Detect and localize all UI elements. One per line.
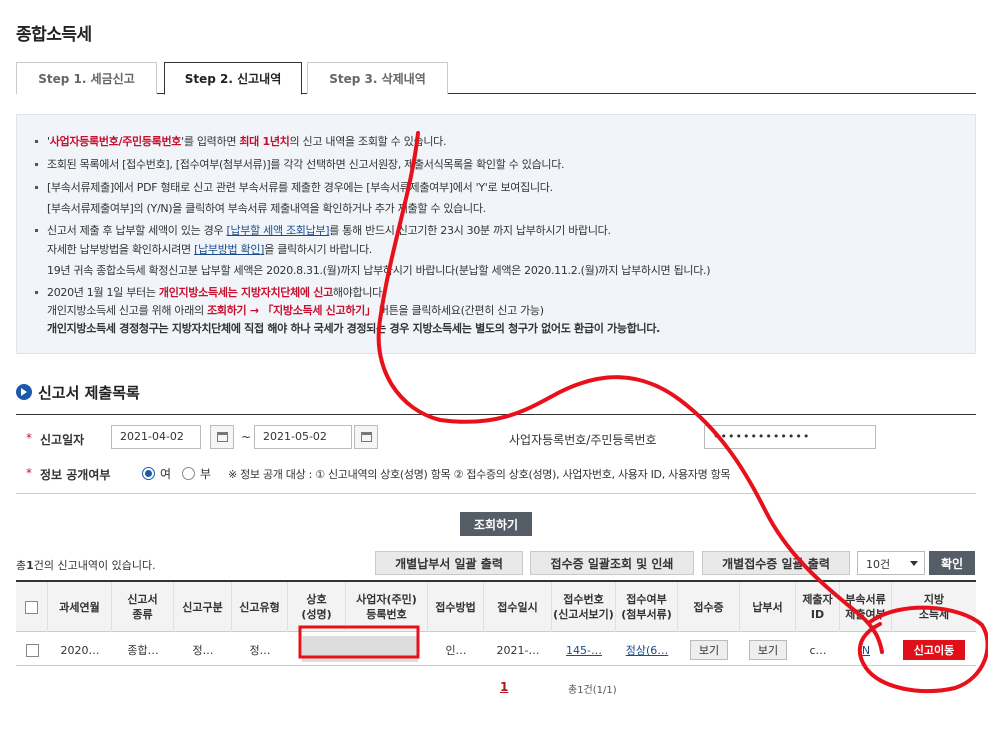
row-checkbox[interactable] bbox=[25, 643, 39, 657]
id-input[interactable]: ••••••••••••• bbox=[704, 425, 876, 449]
table-row: 2020… 종합… 정… 정… 인… 2021-… 145-… 정상(6… 보기… bbox=[16, 634, 976, 666]
result-count: 총1건의 신고내역이 있습니다. bbox=[16, 559, 156, 572]
date-from-input[interactable]: 2021-04-02 bbox=[111, 425, 201, 449]
info-line-3: [부속서류제출]에서 PDF 형태로 신고 관련 부속서류를 제출한 경우에는 … bbox=[47, 181, 553, 194]
info-line-8: 2020년 1월 1일 부터는 개인지방소득세는 지방자치단체에 신고해야합니다… bbox=[47, 286, 386, 299]
public-yes-radio[interactable] bbox=[142, 467, 155, 480]
result-table: 과세연월 신고서 종류 신고구분 신고유형 상호 (성명) 사업자(주민) 등록… bbox=[16, 580, 976, 666]
page-title: 종합소득세 bbox=[16, 25, 92, 45]
tab-step2[interactable]: Step 2. 신고내역 bbox=[164, 62, 302, 95]
print-payment-button[interactable]: 개별납부서 일괄 출력 bbox=[375, 551, 523, 575]
th-receipt: 접수증 bbox=[678, 582, 740, 632]
step-tabs: Step 1. 세금신고 Step 2. 신고내역 Step 3. 삭제내역 bbox=[16, 62, 976, 95]
pager-info: 총1건(1/1) bbox=[568, 685, 617, 696]
th-kind: 신고서 종류 bbox=[112, 582, 174, 632]
th-local-tax: 지방 소득세 bbox=[918, 593, 950, 621]
individual-receipt-button[interactable]: 개별접수증 일괄 출력 bbox=[702, 551, 850, 575]
th-date: 접수일시 bbox=[484, 582, 552, 632]
id-label: 사업자등록번호/주민등록번호 bbox=[509, 433, 657, 447]
th-payment: 납부서 bbox=[740, 582, 796, 632]
status-link[interactable]: 정상(6… bbox=[626, 642, 669, 658]
info-line-7: 19년 귀속 종합소득세 확정신고분 납부할 세액은 2020.8.31.(월)… bbox=[47, 264, 711, 277]
tab-step3[interactable]: Step 3. 삭제내역 bbox=[307, 62, 448, 94]
public-note: ※ 정보 공개 대상 : ① 신고내역의 상호(성명) 항목 ② 접수증의 상호… bbox=[228, 468, 731, 481]
view-receipt-button[interactable]: 보기 bbox=[689, 640, 729, 660]
attach-link[interactable]: N bbox=[862, 644, 870, 657]
info-line-2: 조회된 목록에서 [접수번호], [접수여부(첨부서류)]를 각각 선택하면 신… bbox=[47, 158, 565, 171]
th-status: 접수여부 (첨부서류) bbox=[616, 582, 678, 632]
view-payment-button[interactable]: 보기 bbox=[748, 640, 788, 660]
masked-name-regno bbox=[302, 636, 418, 662]
confirm-button[interactable]: 확인 bbox=[929, 551, 975, 575]
calendar-to-icon[interactable] bbox=[354, 425, 378, 449]
pay-method-link[interactable]: [납부방법 확인] bbox=[194, 243, 264, 256]
info-line-4: [부속서류제출여부]의 (Y/N)을 클릭하여 부속서류 제출내역을 확인하거나… bbox=[47, 202, 486, 215]
th-div: 신고구분 bbox=[174, 582, 232, 632]
th-type: 신고유형 bbox=[232, 582, 288, 632]
section-title: 신고서 제출목록 bbox=[38, 384, 140, 402]
query-button[interactable]: 조회하기 bbox=[460, 512, 532, 536]
public-no-radio[interactable] bbox=[182, 467, 195, 480]
th-name: 상호 (성명) bbox=[288, 582, 346, 632]
receipt-print-button[interactable]: 접수증 일괄조회 및 인쇄 bbox=[530, 551, 694, 575]
local-tax-move-button[interactable]: 신고이동 bbox=[903, 640, 965, 660]
table-header: 과세연월 신고서 종류 신고구분 신고유형 상호 (성명) 사업자(주민) 등록… bbox=[16, 582, 976, 632]
info-line-1: '사업자등록번호/주민등록번호'를 입력하면 최대 1년치의 신고 내역을 조회… bbox=[47, 135, 447, 148]
info-line-6: 자세한 납부방법을 확인하시려면 [납부방법 확인]을 클릭하시기 바랍니다. bbox=[47, 243, 372, 256]
pager-current[interactable]: 1 bbox=[500, 680, 508, 694]
info-line-9: 개인지방소득세 신고를 위해 아래의 조회하기 → 「지방소득세 신고하기」 버… bbox=[47, 304, 544, 317]
section-arrow-icon bbox=[16, 384, 32, 400]
info-line-5: 신고서 제출 후 납부할 세액이 있는 경우 [납부할 세액 조회납부]를 통해… bbox=[47, 224, 611, 237]
page-size-select[interactable]: 10건 bbox=[857, 551, 925, 575]
pay-tax-link[interactable]: [납부할 세액 조회납부] bbox=[227, 224, 330, 237]
th-submitter: 제출자 ID bbox=[796, 582, 840, 632]
select-all-checkbox[interactable] bbox=[25, 600, 38, 614]
date-to-input[interactable]: 2021-05-02 bbox=[254, 425, 352, 449]
th-attach: 부속서류 제출여부 bbox=[840, 582, 892, 632]
tab-step1[interactable]: Step 1. 세금신고 bbox=[16, 62, 157, 94]
date-label: 신고일자 bbox=[40, 433, 85, 447]
info-line-10: 개인지방소득세 경정청구는 지방자치단체에 직접 해야 하나 국세가 경정되는 … bbox=[47, 322, 661, 335]
receipt-number-link[interactable]: 145-… bbox=[566, 644, 602, 657]
th-regno: 사업자(주민) 등록번호 bbox=[346, 582, 428, 632]
search-panel: * 신고일자 2021-04-02 ~ 2021-05-02 사업자등록번호/주… bbox=[16, 414, 976, 494]
info-box: '사업자등록번호/주민등록번호'를 입력하면 최대 1년치의 신고 내역을 조회… bbox=[16, 114, 976, 354]
public-label: 정보 공개여부 bbox=[40, 468, 111, 482]
th-rcpt-no: 접수번호 (신고서보기) bbox=[552, 582, 616, 632]
th-period: 과세연월 bbox=[48, 582, 112, 632]
chevron-down-icon bbox=[910, 561, 918, 566]
th-method: 접수방법 bbox=[428, 582, 484, 632]
calendar-from-icon[interactable] bbox=[210, 425, 234, 449]
